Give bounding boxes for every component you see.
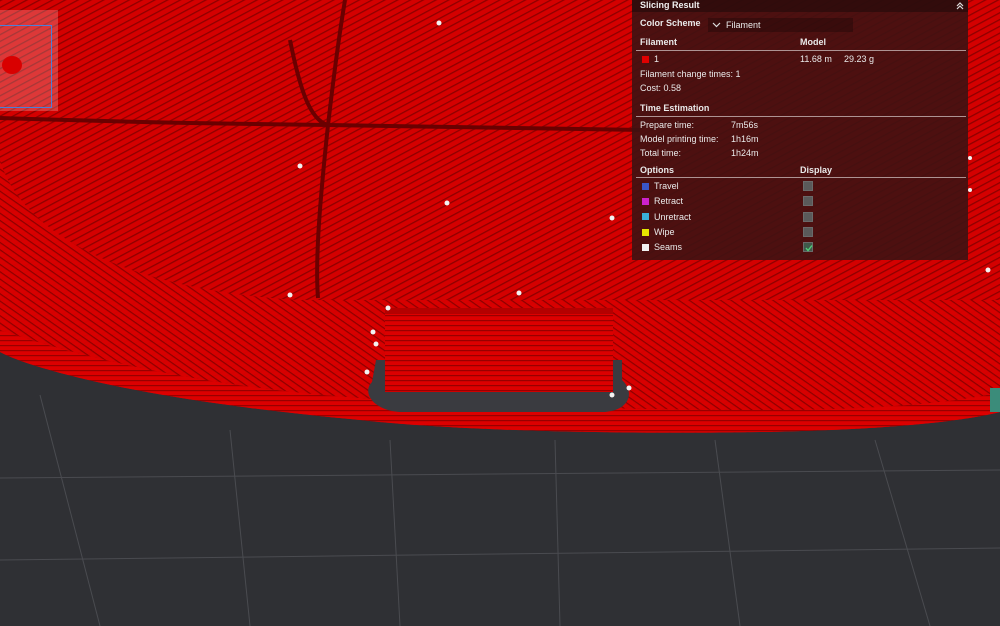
filament-weight: 29.23 g — [844, 54, 875, 64]
seams-display-checkbox[interactable] — [803, 242, 813, 252]
option-retract-label: Retract — [654, 196, 684, 206]
seams-color-swatch — [642, 244, 649, 251]
color-scheme-dropdown[interactable]: Filament — [708, 18, 853, 32]
checkmark-icon — [805, 245, 813, 252]
color-scheme-label: Color Scheme — [640, 18, 701, 28]
display-header: Display — [800, 165, 833, 175]
option-unretract-label: Unretract — [654, 212, 692, 222]
filament-divider — [636, 50, 966, 51]
chevron-double-up-icon[interactable] — [954, 0, 966, 12]
color-scheme-value: Filament — [726, 20, 761, 30]
prepare-time-label: Prepare time: — [640, 120, 695, 130]
mini-preview-model — [2, 56, 22, 74]
retract-display-checkbox[interactable] — [803, 196, 813, 206]
model-printing-time-label: Model printing time: — [640, 134, 719, 144]
option-travel-label: Travel — [654, 181, 679, 191]
chevron-down-icon — [712, 21, 721, 29]
panel-title: Slicing Result — [640, 0, 700, 10]
panel-header: Slicing Result — [632, 0, 968, 12]
travel-color-swatch — [642, 183, 649, 190]
option-seams-label: Seams — [654, 242, 683, 252]
unretract-display-checkbox[interactable] — [803, 212, 813, 222]
total-time-value: 1h24m — [731, 148, 759, 158]
3d-viewport[interactable]: Slicing Result Color Scheme Filament Fil… — [0, 0, 1000, 626]
filament-index: 1 — [654, 54, 660, 64]
total-time-label: Total time: — [640, 148, 682, 158]
model-header: Model — [800, 37, 826, 47]
model-printing-time-value: 1h16m — [731, 134, 759, 144]
filament-color-swatch — [642, 56, 649, 63]
slicing-result-panel: Slicing Result Color Scheme Filament Fil… — [632, 0, 968, 260]
travel-display-checkbox[interactable] — [803, 181, 813, 191]
filament-cost: Cost: 0.58 — [640, 83, 682, 93]
filament-length: 11.68 m — [800, 54, 832, 64]
slot-block-top — [385, 308, 613, 314]
option-wipe-label: Wipe — [654, 227, 675, 237]
wipe-display-checkbox[interactable] — [803, 227, 813, 237]
options-header: Options — [640, 165, 674, 175]
mini-preview-thumbnail[interactable] — [0, 10, 58, 111]
options-divider — [636, 177, 966, 178]
time-divider — [636, 116, 966, 117]
time-estimation-header: Time Estimation — [640, 103, 710, 113]
build-plate-grid — [0, 394, 1000, 626]
wipe-color-swatch — [642, 229, 649, 236]
filament-header: Filament — [640, 37, 678, 47]
retract-color-swatch — [642, 198, 649, 205]
prepare-time-value: 7m56s — [731, 120, 759, 130]
filament-change-times: Filament change times: 1 — [640, 69, 741, 79]
slot-block — [385, 308, 613, 392]
unretract-color-swatch — [642, 213, 649, 220]
right-edge-tab[interactable] — [990, 388, 1000, 412]
